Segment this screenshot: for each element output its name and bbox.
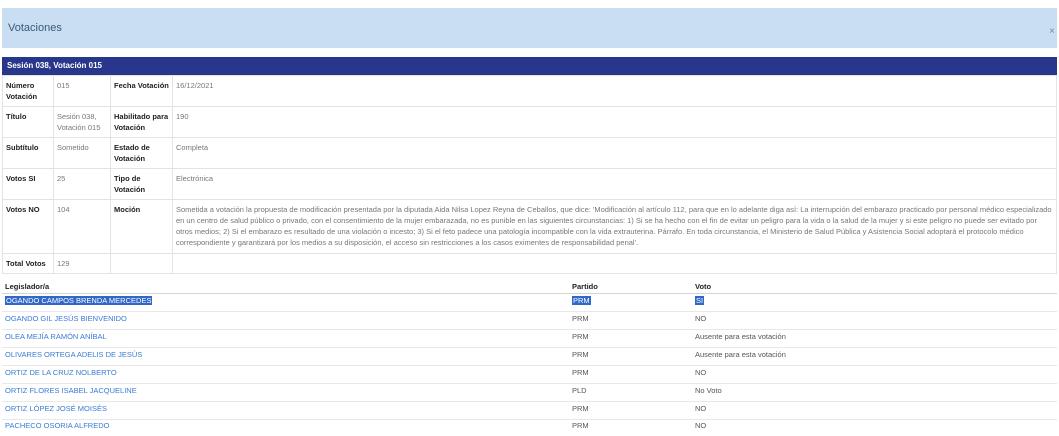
- party-cell: PRM: [572, 314, 589, 323]
- subtitulo-value: Sometido: [53, 137, 111, 169]
- legislator-link[interactable]: OLEA MEJÍA RAMÓN ANÍBAL: [5, 332, 107, 341]
- tipo-label: Tipo de Votación: [110, 168, 173, 200]
- party-cell: PRM: [572, 368, 589, 377]
- vote-cell: NO: [695, 404, 707, 413]
- legislator-link[interactable]: ORTIZ LÓPEZ JOSÉ MOISÉS: [5, 404, 107, 413]
- party-header[interactable]: Partido: [572, 282, 598, 291]
- subtitulo-label: Subtítulo: [2, 137, 54, 169]
- fecha-label: Fecha Votación: [110, 75, 173, 107]
- votos-no-value: 104: [53, 199, 111, 254]
- legislator-link[interactable]: OLIVARES ORTEGA ADELIS DE JESÚS: [5, 350, 142, 359]
- estado-value: Completa: [172, 137, 1057, 169]
- vote-cell: NO: [695, 421, 707, 430]
- mocion-value: Sometida a votación la propuesta de modi…: [172, 199, 1057, 254]
- vote-cell: No Voto: [695, 386, 722, 395]
- table-row: PACHECO OSORIA ALFREDO PRM NO: [2, 419, 1057, 436]
- total-value: 129: [53, 253, 111, 274]
- table-row: OLEA MEJÍA RAMÓN ANÍBAL PRM Ausente para…: [2, 330, 1057, 348]
- party-cell: PLD: [572, 386, 587, 395]
- votes-header: Legislador/a Partido Voto: [2, 280, 1057, 294]
- empty-cell: [110, 253, 173, 274]
- party-cell: PRM: [572, 332, 589, 341]
- titulo-label: Título: [2, 106, 54, 138]
- tipo-value: Electrónica: [172, 168, 1057, 200]
- titulo-value: Sesión 038, Votación 015: [53, 106, 111, 138]
- mocion-label: Moción: [110, 199, 173, 254]
- vote-cell: Ausente para esta votación: [695, 350, 786, 359]
- legislator-header[interactable]: Legislador/a: [5, 282, 49, 291]
- legislator-link[interactable]: ORTIZ DE LA CRUZ NOLBERTO: [5, 368, 117, 377]
- vote-cell: NO: [695, 368, 707, 377]
- table-row: ORTIZ DE LA CRUZ NOLBERTO PRM NO: [2, 366, 1057, 384]
- legislator-link[interactable]: ORTIZ FLORES ISABEL JACQUELINE: [5, 386, 137, 395]
- vote-cell: NO: [695, 314, 707, 323]
- session-title: Sesión 038, Votación 015: [2, 57, 1057, 75]
- votos-si-label: Votos SI: [2, 168, 54, 200]
- modal-title: Votaciones: [8, 22, 62, 34]
- close-icon[interactable]: ×: [1049, 26, 1055, 37]
- vote-cell: Ausente para esta votación: [695, 332, 786, 341]
- party-cell: PRM: [572, 350, 589, 359]
- empty-cell: [172, 253, 1057, 274]
- table-row: OGANDO GIL JESÚS BIENVENIDO PRM NO: [2, 312, 1057, 330]
- modal-header: Votaciones ×: [2, 8, 1057, 48]
- table-row: ORTIZ FLORES ISABEL JACQUELINE PLD No Vo…: [2, 384, 1057, 402]
- estado-label: Estado de Votación: [110, 137, 173, 169]
- table-row: ORTIZ LÓPEZ JOSÉ MOISÉS PRM NO: [2, 402, 1057, 420]
- numero-value: 015: [53, 75, 111, 107]
- fecha-value: 16/12/2021: [172, 75, 1057, 107]
- votos-si-value: 25: [53, 168, 111, 200]
- total-label: Total Votos: [2, 253, 54, 274]
- table-row: OGANDO CAMPOS BRENDA MERCEDES PRM SI: [2, 294, 1057, 312]
- legislator-link[interactable]: PACHECO OSORIA ALFREDO: [5, 421, 109, 430]
- vote-cell: SI: [695, 296, 705, 305]
- party-cell: PRM: [572, 404, 589, 413]
- habilitado-label: Habilitado para Votación: [110, 106, 173, 138]
- table-row: OLIVARES ORTEGA ADELIS DE JESÚS PRM Ause…: [2, 348, 1057, 366]
- legislator-link[interactable]: OGANDO CAMPOS BRENDA MERCEDES: [5, 296, 153, 305]
- habilitado-value: 190: [172, 106, 1057, 138]
- vote-header[interactable]: Voto: [695, 282, 711, 291]
- vote-info-table: Número Votación 015 Fecha Votación 16/12…: [2, 75, 1057, 274]
- legislator-link[interactable]: OGANDO GIL JESÚS BIENVENIDO: [5, 314, 127, 323]
- numero-label: Número Votación: [2, 75, 54, 107]
- party-cell: PRM: [572, 296, 591, 305]
- votos-no-label: Votos NO: [2, 199, 54, 254]
- party-cell: PRM: [572, 421, 589, 430]
